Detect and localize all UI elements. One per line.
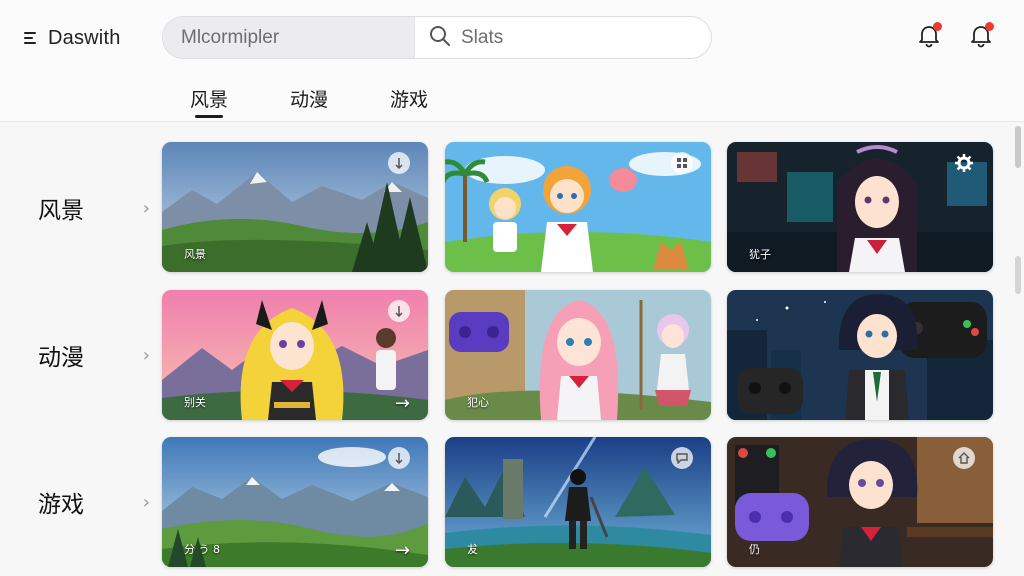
card-caption: 犯心 xyxy=(467,396,489,409)
row-header-scenery[interactable]: 风景 › xyxy=(38,188,150,228)
tab-anime[interactable]: 动漫 xyxy=(290,82,390,120)
sort-icon[interactable] xyxy=(388,300,410,322)
card-anime-catgirl[interactable]: 别关 → xyxy=(162,290,428,420)
brand[interactable]: Daswith xyxy=(24,26,121,50)
category-tabs: 风景 动漫 游戏 xyxy=(190,82,490,120)
row-title: 风景 xyxy=(38,198,84,224)
home-icon[interactable] xyxy=(953,447,975,469)
card-game-adventure[interactable]: 犮 xyxy=(445,437,711,567)
arrow-right-icon[interactable]: → xyxy=(395,540,410,561)
notifications-button[interactable] xyxy=(913,21,945,53)
card-caption: 别关 xyxy=(184,396,206,409)
scrollbar-track-marker xyxy=(1015,256,1021,294)
row-title: 动漫 xyxy=(38,345,84,371)
card-caption: 仍 xyxy=(749,543,760,556)
sort-icon[interactable] xyxy=(388,447,410,469)
gear-icon[interactable] xyxy=(953,152,975,174)
scrollbar-thumb[interactable] xyxy=(1015,126,1021,168)
search-bar: Mlcormipler xyxy=(162,16,712,59)
tab-games[interactable]: 游戏 xyxy=(390,82,490,120)
tab-scenery[interactable]: 风景 xyxy=(190,82,290,120)
card-mountain-meadow[interactable]: 风景 xyxy=(162,142,428,272)
card-valley-landscape[interactable]: 分 う 8 → xyxy=(162,437,428,567)
anime-gamer-boy-image xyxy=(727,290,993,420)
card-anime-neon-room[interactable]: 犹子 xyxy=(727,142,993,272)
chevron-right-icon: › xyxy=(142,197,150,219)
row-header-anime[interactable]: 动漫 › xyxy=(38,335,150,375)
arrow-right-icon[interactable]: → xyxy=(395,393,410,414)
card-caption: 犮 xyxy=(467,543,478,556)
search-input[interactable] xyxy=(461,26,681,49)
search-scope-label: Mlcormipler xyxy=(181,26,280,48)
grid-icon[interactable] xyxy=(671,152,693,174)
top-bar: Daswith Mlcormipler 风景 动漫 游戏 xyxy=(0,0,1024,122)
message-icon[interactable] xyxy=(671,447,693,469)
chevron-right-icon: › xyxy=(142,491,150,513)
notification-badge xyxy=(933,22,942,31)
alerts-button[interactable] xyxy=(965,21,997,53)
card-anime-friends[interactable] xyxy=(445,142,711,272)
sort-icon[interactable] xyxy=(388,152,410,174)
card-caption: 犹子 xyxy=(749,248,771,261)
row-header-games[interactable]: 游戏 › xyxy=(38,482,150,522)
card-anime-gamer-boy[interactable] xyxy=(727,290,993,420)
alert-badge xyxy=(985,22,994,31)
row-title: 游戏 xyxy=(38,492,84,518)
card-anime-pink-hair[interactable]: 犯心 xyxy=(445,290,711,420)
scrollbar[interactable] xyxy=(1015,126,1021,572)
search-field[interactable] xyxy=(415,17,711,58)
card-caption: 分 う 8 xyxy=(184,543,220,556)
search-icon xyxy=(429,25,451,51)
brand-name: Daswith xyxy=(48,26,121,49)
menu-icon[interactable] xyxy=(24,30,40,46)
card-game-room[interactable]: 仍 xyxy=(727,437,993,567)
chevron-right-icon: › xyxy=(142,344,150,366)
card-caption: 风景 xyxy=(184,248,206,261)
search-scope-selector[interactable]: Mlcormipler xyxy=(163,17,415,58)
